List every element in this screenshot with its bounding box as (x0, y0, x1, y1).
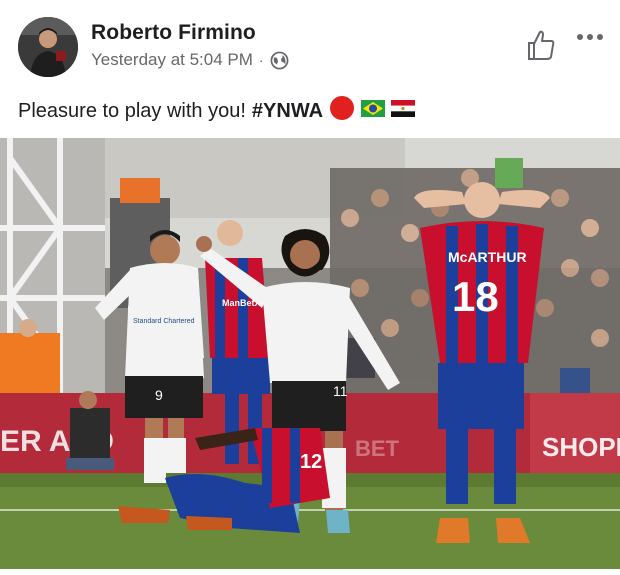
red-circle-icon (329, 95, 355, 127)
post-text: Pleasure to play with you! #YNWA (18, 95, 416, 127)
hashtag-link[interactable]: #YNWA (252, 100, 323, 123)
more-options-icon[interactable] (576, 30, 604, 42)
meta-separator: · (258, 52, 264, 68)
player-left-sponsor: Standard Chartered (133, 318, 195, 325)
egypt-flag-icon (391, 99, 416, 123)
player-right-number: 18 (452, 273, 499, 320)
board-right-text: SHOPP (542, 432, 620, 462)
author-name[interactable]: Roberto Firmino (91, 21, 256, 45)
brazil-flag-icon (361, 99, 386, 123)
player-ground-number: 12 (300, 451, 322, 473)
post-timestamp[interactable]: Yesterday at 5:04 PM (91, 50, 253, 70)
avatar[interactable] (18, 17, 78, 77)
player-left-number: 9 (155, 387, 163, 403)
board-mid-text: BET (355, 436, 400, 461)
player-right-name: McARTHUR (448, 249, 527, 265)
steward-vest (0, 333, 60, 393)
thumbs-up-icon[interactable] (526, 29, 556, 61)
post-meta: Yesterday at 5:04 PM · (91, 50, 289, 70)
player-center-number: 11 (333, 383, 348, 399)
post-header: Roberto Firmino Yesterday at 5:04 PM · (0, 0, 620, 85)
globe-icon (270, 51, 289, 70)
post-message: Pleasure to play with you! (18, 99, 246, 122)
post-photo[interactable]: ER AND BET SHOPP 9 Standard Chartered (0, 138, 620, 569)
